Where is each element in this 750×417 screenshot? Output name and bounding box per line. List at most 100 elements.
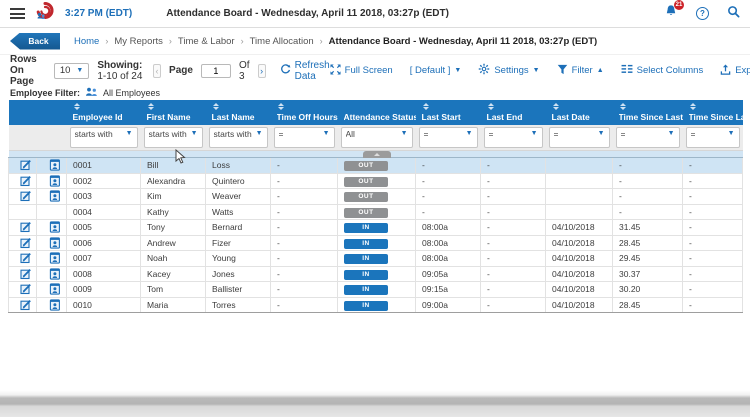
- employee-profile-icon[interactable]: [36, 297, 67, 313]
- cell-first_name: Kim: [140, 188, 206, 205]
- back-button[interactable]: Back: [10, 32, 60, 50]
- employee-profile-icon[interactable]: [36, 266, 67, 282]
- filter-cell-employee_id: starts with ▼: [66, 125, 141, 151]
- cell-last_start: -: [415, 173, 481, 189]
- edit-timecard-icon[interactable]: [8, 250, 37, 267]
- column-header-attendance_status[interactable]: Attendance Status: [337, 100, 416, 125]
- rows-per-page-select[interactable]: 10 ▼: [53, 62, 90, 79]
- column-header-last_name[interactable]: Last Name: [205, 100, 271, 125]
- cell-last_date: [545, 188, 613, 205]
- breadcrumb-time-allocation[interactable]: Time Allocation: [250, 36, 314, 47]
- column-header-first_name[interactable]: First Name: [140, 100, 206, 125]
- table-row[interactable]: 0009 Tom Ballister - IN 09:15a -04/10/2018 30.2…: [8, 281, 743, 298]
- edit-timecard-icon[interactable]: [8, 173, 37, 189]
- filter-collapse-tab[interactable]: [362, 151, 391, 158]
- filter-cell-edit: [8, 125, 37, 151]
- edit-timecard-icon[interactable]: [8, 157, 37, 174]
- sort-icon[interactable]: [552, 103, 560, 110]
- table-row[interactable]: 0002 Alexandra Quintero - OUT - - - -: [8, 173, 743, 189]
- employee-profile-icon[interactable]: [36, 188, 67, 205]
- filter-select-last_start[interactable]: = ▼: [418, 127, 478, 148]
- edit-timecard-icon[interactable]: [8, 235, 37, 251]
- filter-select-last_name[interactable]: starts with ▼: [208, 127, 268, 148]
- column-header-time_since_last_in[interactable]: Time Since Last In: [612, 100, 683, 125]
- column-header-label: Time Since Last In: [618, 112, 683, 122]
- filter-select-last_date[interactable]: = ▼: [548, 127, 610, 148]
- filter-select-attendance_status[interactable]: All ▼: [340, 127, 413, 148]
- table-row[interactable]: 0010 Maria Torres - IN 09:00a -04/10/2018 28.45…: [8, 297, 743, 313]
- column-header-empty: [36, 100, 67, 125]
- cell-time_since_last_in: 31.45: [612, 219, 683, 236]
- sort-icon[interactable]: [212, 103, 220, 110]
- edit-timecard-icon[interactable]: [8, 188, 37, 205]
- current-time[interactable]: 3:27 PM (EDT): [65, 8, 132, 19]
- edit-timecard-icon[interactable]: [8, 266, 37, 282]
- employee-filter-value[interactable]: All Employees: [103, 88, 160, 98]
- table-row[interactable]: 0004 Kathy Watts - OUT - - - -: [8, 204, 743, 220]
- export-button[interactable]: Export: [720, 64, 750, 78]
- filter-select-first_name[interactable]: starts with ▼: [143, 127, 203, 148]
- table-row[interactable]: 0005 Tony Bernard - IN 08:00a -04/10/2018 31.45…: [8, 219, 743, 236]
- page-number-input[interactable]: [200, 63, 231, 78]
- edit-timecard-icon[interactable]: [8, 281, 37, 298]
- filter-select-last_end[interactable]: = ▼: [483, 127, 543, 148]
- cell-last_start: -: [415, 204, 481, 220]
- sort-icon[interactable]: [487, 103, 495, 110]
- employee-profile-icon[interactable]: [36, 235, 67, 251]
- cell-time_off_hours: -: [270, 297, 338, 313]
- column-header-time_since_last_out[interactable]: Time Since Last Out: [682, 100, 743, 125]
- help-icon[interactable]: ?: [696, 7, 709, 20]
- column-header-last_end[interactable]: Last End: [480, 100, 546, 125]
- filter-select-time_since_last_out[interactable]: = ▼: [685, 127, 740, 148]
- table-row[interactable]: 0003 Kim Weaver - OUT - - - -: [8, 188, 743, 205]
- employee-profile-icon[interactable]: [36, 157, 67, 174]
- filter-cell-attendance_status: All ▼: [337, 125, 416, 151]
- filter-select-employee_id[interactable]: starts with ▼: [69, 127, 138, 148]
- breadcrumb-separator: ›: [319, 36, 323, 46]
- breadcrumb-separator: ›: [168, 36, 172, 46]
- table-row[interactable]: 0008 Kacey Jones - IN 09:05a -04/10/2018 30.37-: [8, 266, 743, 282]
- cell-last_end: -: [480, 188, 546, 205]
- breadcrumb-time-labor[interactable]: Time & Labor: [178, 36, 235, 47]
- settings-dropdown[interactable]: Settings ▼: [478, 63, 540, 78]
- table-row[interactable]: 0006 Andrew Fizer - IN 08:00a -04/10/2018 28.45…: [8, 235, 743, 251]
- edit-timecard-icon[interactable]: [8, 219, 37, 236]
- column-header-employee_id[interactable]: Employee Id: [66, 100, 141, 125]
- employee-profile-icon[interactable]: [36, 173, 67, 189]
- view-selector-dropdown[interactable]: [ Default ] ▼: [410, 65, 462, 76]
- table-row[interactable]: 0007 Noah Young - IN 08:00a -04/10/2018 29.45-: [8, 250, 743, 267]
- notifications-bell-icon[interactable]: 21: [664, 0, 684, 23]
- sort-icon[interactable]: [73, 103, 81, 110]
- breadcrumb-my-reports[interactable]: My Reports: [114, 36, 163, 47]
- breadcrumb-home[interactable]: Home: [74, 36, 99, 47]
- menu-icon[interactable]: [10, 6, 25, 22]
- next-page-button[interactable]: ›: [257, 63, 266, 78]
- edit-timecard-icon[interactable]: [8, 297, 37, 313]
- filter-select-time_since_last_in[interactable]: = ▼: [615, 127, 680, 148]
- cell-first_name: Alexandra: [140, 173, 206, 189]
- select-columns-button[interactable]: Select Columns: [621, 64, 703, 77]
- status-badge: IN: [344, 285, 388, 296]
- refresh-data-button[interactable]: Refresh Data: [280, 60, 330, 82]
- search-icon[interactable]: [727, 5, 740, 23]
- sort-icon[interactable]: [689, 103, 697, 110]
- full-screen-button[interactable]: Full Screen: [330, 63, 393, 78]
- sort-icon[interactable]: [277, 103, 285, 110]
- employee-profile-icon[interactable]: [36, 219, 67, 236]
- employee-profile-icon[interactable]: [36, 250, 67, 267]
- sort-icon[interactable]: [147, 103, 155, 110]
- column-header-time_off_hours[interactable]: Time Off Hours: [270, 100, 338, 125]
- cell-employee_id: 0005: [66, 219, 141, 236]
- filter-toggle-button[interactable]: Filter ▲: [557, 64, 604, 78]
- cell-time_since_last_out: -: [682, 219, 743, 236]
- sort-icon[interactable]: [422, 103, 430, 110]
- employee-profile-icon[interactable]: [36, 281, 67, 298]
- filter-select-time_off_hours[interactable]: = ▼: [273, 127, 335, 148]
- status-badge: OUT: [344, 192, 388, 203]
- column-header-last_date[interactable]: Last Date: [545, 100, 613, 125]
- sort-icon[interactable]: [619, 103, 627, 110]
- previous-page-button[interactable]: ‹: [152, 63, 162, 78]
- table-row[interactable]: 0001 Bill Loss - OUT - - - -: [8, 157, 743, 174]
- columns-icon: [621, 64, 633, 77]
- column-header-last_start[interactable]: Last Start: [415, 100, 481, 125]
